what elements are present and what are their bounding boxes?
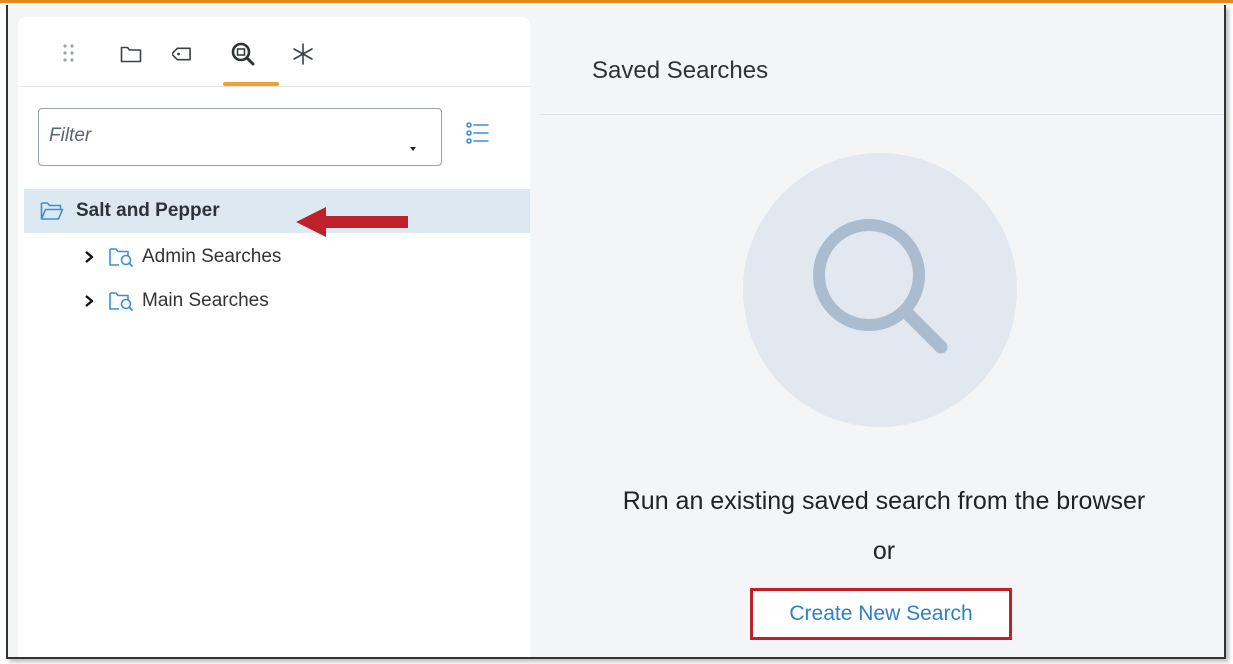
magnifier-icon <box>813 219 948 354</box>
list-view-icon[interactable] <box>464 120 492 148</box>
create-new-search-button[interactable]: Create New Search <box>750 588 1012 640</box>
folder-open-icon <box>40 201 64 221</box>
search-folder-icon <box>108 290 134 312</box>
tree-item-salt-and-pepper[interactable]: Salt and Pepper <box>24 189 530 233</box>
tree-item-label: Admin Searches <box>142 246 282 267</box>
browser-panel: Salt and Pepper Admin Searches <box>18 17 530 657</box>
app-window: Salt and Pepper Admin Searches <box>6 5 1226 659</box>
chevron-right-icon[interactable] <box>84 251 94 263</box>
top-accent-rule <box>0 0 1233 3</box>
annotation-arrow-icon <box>296 207 408 237</box>
empty-state-illustration <box>743 153 1017 427</box>
filter-input[interactable] <box>49 121 389 151</box>
saved-searches-panel: Saved Searches Run an existing saved sea… <box>540 5 1224 657</box>
tree-item-label: Main Searches <box>142 290 269 311</box>
browser-toolbar <box>18 17 530 87</box>
filter-field[interactable] <box>38 108 442 166</box>
saved-search-icon[interactable] <box>230 41 256 67</box>
active-tab-indicator <box>223 82 279 86</box>
tree-item-main-searches[interactable]: Main Searches <box>24 279 530 323</box>
drag-handle-icon[interactable] <box>56 41 82 67</box>
tree-item-label: Salt and Pepper <box>76 200 220 221</box>
tree-item-admin-searches[interactable]: Admin Searches <box>24 235 530 279</box>
empty-state-or: or <box>872 537 896 565</box>
tag-icon[interactable] <box>170 41 196 67</box>
empty-state-message: Run an existing saved search from the br… <box>622 487 1146 515</box>
folder-icon[interactable] <box>118 41 144 67</box>
filter-dropdown-caret-icon[interactable] <box>410 147 416 151</box>
asterisk-icon[interactable] <box>290 41 316 67</box>
search-folder-icon <box>108 246 134 268</box>
chevron-right-icon[interactable] <box>84 295 94 307</box>
page-title: Saved Searches <box>592 57 769 84</box>
panel-header: Saved Searches <box>540 5 1224 115</box>
